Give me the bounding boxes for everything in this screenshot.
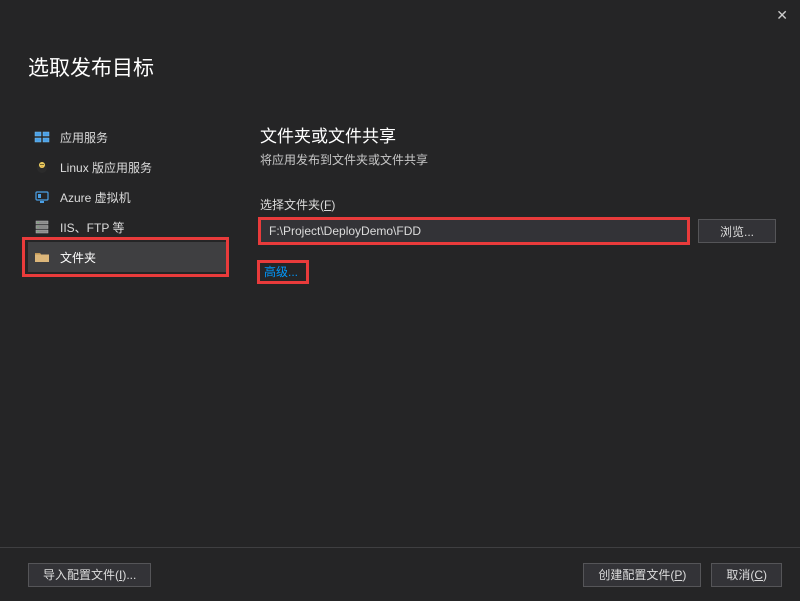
folder-field-label: 选择文件夹(F): [260, 196, 776, 213]
close-icon[interactable]: ✕: [776, 7, 788, 24]
azure-vm-icon: [34, 189, 50, 205]
server-icon: [34, 219, 50, 235]
sidebar-item-app-service[interactable]: 应用服务: [28, 122, 228, 152]
main-subtitle: 将应用发布到文件夹或文件共享: [260, 151, 776, 168]
sidebar-item-label: Azure 虚拟机: [60, 189, 131, 206]
create-profile-button[interactable]: 创建配置文件(P): [583, 563, 701, 587]
advanced-link[interactable]: 高级...: [260, 263, 302, 281]
dialog-footer: 导入配置文件(I)... 创建配置文件(P) 取消(C): [0, 547, 800, 601]
sidebar-item-folder[interactable]: 文件夹: [28, 242, 228, 272]
sidebar: 应用服务 Linux 版应用服务 Azure 虚拟机 IIS、FTP 等: [0, 122, 228, 281]
dialog-title: 选取发布目标: [0, 30, 800, 82]
import-profile-button[interactable]: 导入配置文件(I)...: [28, 563, 151, 587]
main-title: 文件夹或文件共享: [260, 122, 776, 147]
main-panel: 文件夹或文件共享 将应用发布到文件夹或文件共享 选择文件夹(F) 浏览... 高…: [228, 122, 800, 281]
browse-button[interactable]: 浏览...: [698, 219, 776, 243]
folder-icon: [34, 249, 50, 265]
cancel-button[interactable]: 取消(C): [711, 563, 782, 587]
sidebar-item-azure-vm[interactable]: Azure 虚拟机: [28, 182, 228, 212]
app-service-icon: [34, 129, 50, 145]
sidebar-item-label: 文件夹: [60, 249, 96, 266]
sidebar-item-label: 应用服务: [60, 129, 108, 146]
folder-path-input[interactable]: [260, 219, 688, 243]
sidebar-item-iis-ftp[interactable]: IIS、FTP 等: [28, 212, 228, 242]
sidebar-item-label: Linux 版应用服务: [60, 159, 152, 176]
linux-icon: [34, 159, 50, 175]
sidebar-item-label: IIS、FTP 等: [60, 219, 124, 236]
sidebar-item-linux-app-service[interactable]: Linux 版应用服务: [28, 152, 228, 182]
